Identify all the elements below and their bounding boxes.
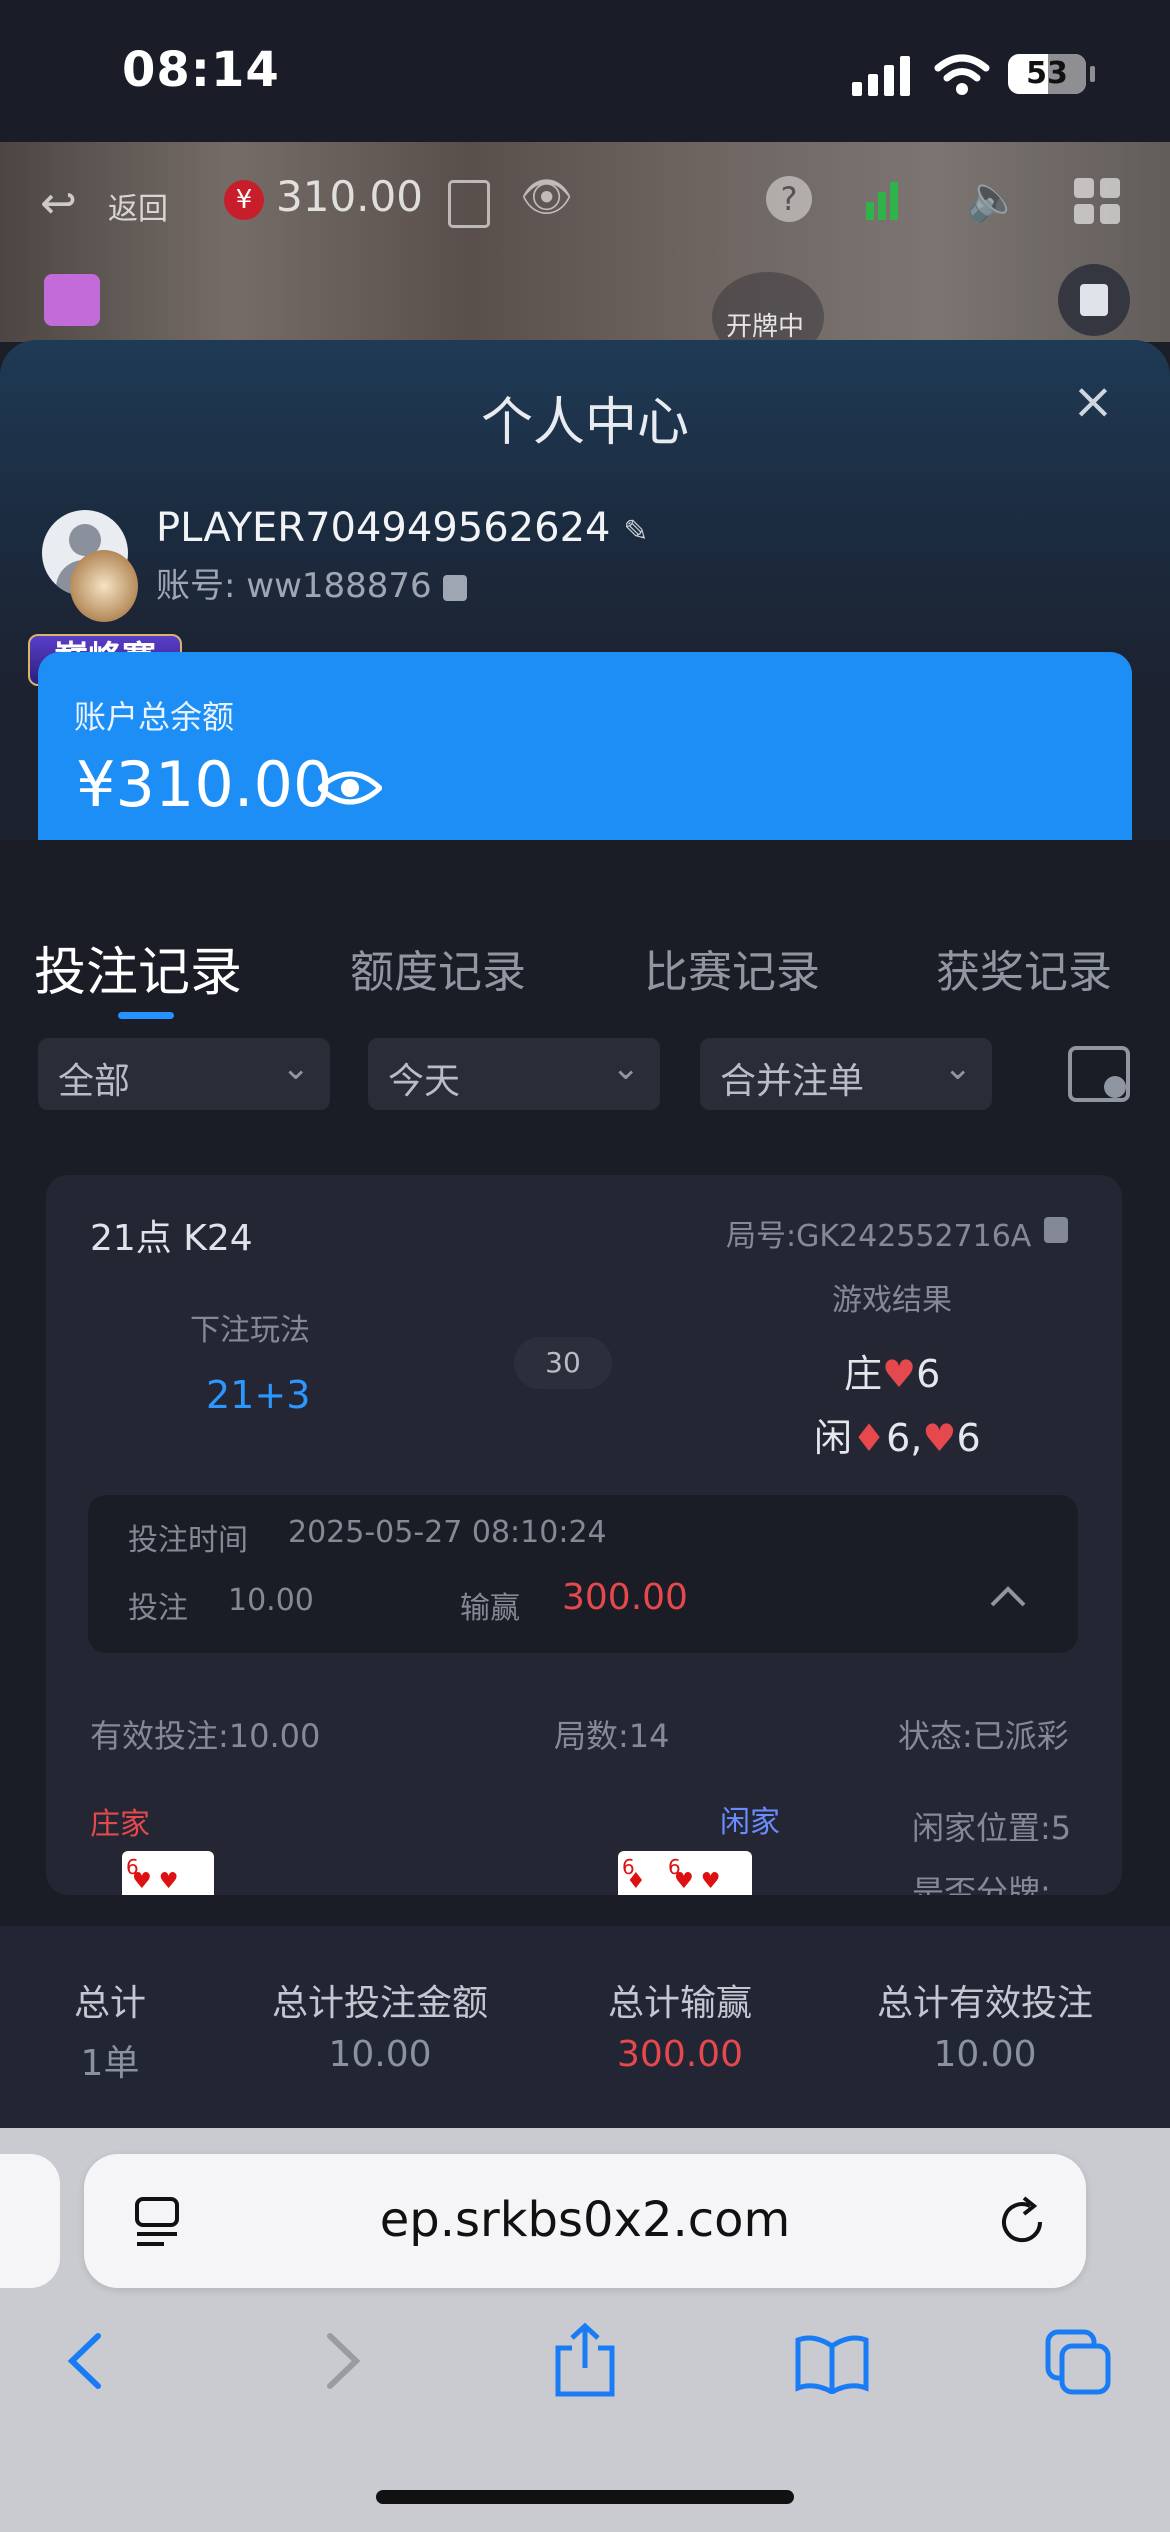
tabs-icon[interactable] (1044, 2328, 1114, 2398)
balance-amount: ¥310.00 (76, 748, 333, 821)
wifi-icon (934, 54, 990, 95)
bet-type-label: 下注玩法 (190, 1313, 310, 1348)
chevron-down-icon: ⌄ (943, 1048, 973, 1088)
chevron-up-icon[interactable] (988, 1585, 1028, 1609)
eye-icon[interactable] (318, 768, 382, 808)
bet-time-label: 投注时间 (128, 1523, 248, 1558)
battery-level: 53 (1026, 56, 1068, 91)
totals-bar: 总计 总计投注金额 总计输赢 总计有效投注 1单 10.00 300.00 10… (0, 1926, 1170, 2128)
back-icon[interactable] (62, 2328, 112, 2394)
stats-icon[interactable] (864, 178, 928, 222)
dealing-status: 开牌中 (726, 312, 805, 342)
reload-icon[interactable] (994, 2194, 1050, 2250)
total-valid-label: 总计有效投注 (876, 1983, 1093, 2024)
tab-award-records[interactable]: 获奖记录 (936, 936, 1112, 1000)
chevron-down-icon: ⌄ (611, 1048, 641, 1088)
playing-card: 6 ♥ ♥ (122, 1851, 214, 1895)
grid-menu-icon[interactable] (1074, 178, 1122, 226)
edit-pencil-icon[interactable]: ✎ (623, 514, 648, 549)
status: 状态:已派彩 (898, 1717, 1069, 1755)
player-position: 闲家位置:5 (912, 1809, 1072, 1847)
close-icon[interactable]: × (1072, 372, 1114, 430)
forward-icon[interactable] (316, 2328, 366, 2394)
address-bar[interactable]: ep.srkbs0x2.com (84, 2154, 1086, 2288)
bet-label: 投注 (128, 1591, 188, 1626)
tab-underline (118, 1012, 174, 1019)
notes-icon[interactable] (1058, 264, 1130, 336)
player-label: 闲家 (720, 1805, 780, 1840)
document-icon[interactable] (448, 180, 490, 228)
heart-suit-icon: ♥ (922, 1416, 957, 1460)
bet-time: 2025-05-27 08:10:24 (288, 1515, 607, 1550)
filter-date-select[interactable]: 今天 ⌄ (368, 1038, 660, 1110)
calendar-icon[interactable] (1068, 1046, 1130, 1102)
balance-label: 账户总余额 (74, 698, 235, 736)
bookmarks-icon[interactable] (794, 2334, 870, 2394)
copy-icon[interactable] (442, 574, 467, 601)
speaker-icon[interactable]: 🔈 (966, 172, 1021, 224)
battery-icon: 53 (1008, 54, 1086, 94)
browser-toolbar: ep.srkbs0x2.com (0, 2128, 1170, 2532)
eye-icon[interactable]: 👁 (520, 172, 573, 222)
bet-type-value: 21+3 (206, 1373, 311, 1417)
video-balance: 310.00 (276, 172, 423, 221)
help-icon[interactable]: ? (766, 176, 812, 222)
bet-amount: 10.00 (228, 1583, 314, 1618)
account-id: ww188876 (246, 566, 432, 606)
total-valid: 10.00 (933, 2034, 1037, 2075)
tab-bet-records[interactable]: 投注记录 (34, 930, 242, 1005)
gift-icon[interactable] (44, 274, 100, 326)
home-indicator (376, 2490, 794, 2504)
back-button[interactable]: 返回 (108, 184, 168, 228)
cellular-signal-icon (852, 56, 910, 96)
player-name: PLAYER704949562624 ✎ (156, 505, 649, 551)
total-win: 300.00 (617, 2034, 743, 2075)
split-label: 是否分牌: (912, 1873, 1051, 1895)
tab-match-records[interactable]: 比赛记录 (644, 936, 820, 1000)
clock: 08:14 (122, 42, 280, 98)
chevron-down-icon: ⌄ (281, 1048, 311, 1088)
tab-credit-records[interactable]: 额度记录 (350, 936, 526, 1000)
total-count: 1单 (80, 2043, 140, 2084)
round-count: 局数:14 (554, 1717, 670, 1755)
filter-merge-select[interactable]: 合并注单 ⌄ (700, 1038, 992, 1110)
bet-record-card: 21点 K24 局号:GK242552716A 下注玩法 21+3 30 游戏结… (46, 1175, 1122, 1895)
banker-label: 庄家 (90, 1807, 150, 1842)
total-count-label: 总计 (73, 1983, 146, 2024)
total-bet: 10.00 (328, 2034, 432, 2075)
status-bar: 08:14 53 (0, 0, 1170, 142)
heart-suit-icon: ♥ (882, 1352, 917, 1396)
banker-result: 庄♥6 (844, 1352, 941, 1396)
filter-game-select[interactable]: 全部 ⌄ (38, 1038, 330, 1110)
win-label: 输赢 (460, 1591, 520, 1626)
total-win-label: 总计输赢 (607, 1983, 752, 2024)
total-bet-label: 总计投注金额 (271, 1983, 488, 2024)
round-number: 局号:GK242552716A (726, 1219, 1032, 1254)
battery-tip (1090, 66, 1095, 82)
odds-pill: 30 (514, 1337, 612, 1389)
playing-card: 6 ♦ 6 ♥ ♥ (618, 1851, 752, 1895)
game-name: 21点 K24 (90, 1218, 253, 1259)
win-amount: 300.00 (562, 1577, 688, 1618)
player-result: 闲♦6,♥6 (814, 1416, 981, 1460)
page-title: 个人中心 (480, 393, 689, 453)
share-icon[interactable] (552, 2322, 618, 2398)
previous-tab-preview[interactable] (0, 2154, 60, 2288)
result-label: 游戏结果 (832, 1283, 952, 1318)
copy-icon[interactable] (1044, 1217, 1068, 1243)
yuan-coin-icon: ¥ (224, 180, 264, 220)
valid-bet: 有效投注:10.00 (90, 1717, 321, 1755)
bet-detail-box: 投注时间 2025-05-27 08:10:24 投注 10.00 输赢 300… (88, 1495, 1078, 1653)
url-text: ep.srkbs0x2.com (379, 2192, 791, 2248)
back-arrow-icon[interactable]: ↩ (40, 178, 77, 229)
account-line: 账号: ww188876 (156, 558, 467, 607)
balance-card: 账户总余额 ¥310.00 (38, 652, 1132, 852)
live-video-strip: ↩ 返回 ¥ 310.00 👁 ? 🔈 开牌中 (0, 142, 1170, 342)
diamond-suit-icon: ♦ (852, 1416, 887, 1460)
